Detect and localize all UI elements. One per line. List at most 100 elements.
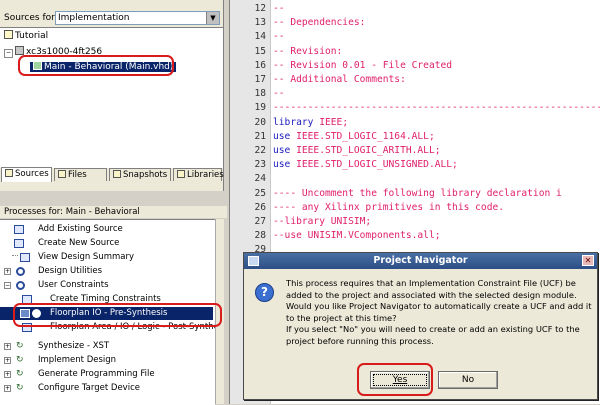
- tree-item-label: Tutorial: [15, 31, 49, 41]
- collapse-icon[interactable]: −: [4, 49, 13, 58]
- collapse-icon[interactable]: −: [4, 282, 11, 289]
- summary-icon: [20, 253, 30, 262]
- process-label: Create New Source: [38, 238, 120, 248]
- dialog-message-paragraph: If you select "No" you will need to crea…: [286, 324, 580, 346]
- code-line: use IEEE.STD_LOGIC_ARITH.ALL;: [273, 144, 441, 158]
- code-text: IEEE;: [313, 116, 349, 128]
- highlight-annotation: [357, 363, 433, 396]
- process-view-design-summary[interactable]: View Design Summary: [0, 251, 213, 264]
- code-line: ---- any Xilinx primitives in this code.: [273, 201, 504, 215]
- code-line: -- Revision 0.01 - File Created: [273, 59, 452, 73]
- process-implement-design[interactable]: + ↻ Implement Design: [0, 354, 213, 367]
- highlight-annotation: [18, 55, 174, 76]
- close-icon[interactable]: ✕: [582, 255, 594, 266]
- code-line: -- Dependencies:: [273, 16, 365, 30]
- process-label: Implement Design: [38, 355, 117, 365]
- sources-for-value: Implementation: [58, 13, 130, 23]
- tab-label: Files: [68, 170, 87, 180]
- tab-snapshots[interactable]: Snapshots: [109, 168, 171, 181]
- code-comment: --: [273, 88, 285, 100]
- sources-pane: Sources for: Implementation ▼ Tutorial −…: [0, 0, 224, 191]
- line-number: 13: [254, 17, 266, 29]
- gear-icon: [16, 281, 25, 290]
- tab-label: Snapshots: [123, 170, 168, 180]
- code-text: IEEE.STD_LOGIC_1164.ALL;: [290, 130, 435, 142]
- line-number: 21: [254, 130, 266, 142]
- code-comment: -- Revision 0.01 - File Created: [273, 59, 453, 71]
- gear-icon: [16, 267, 25, 276]
- code-comment: ---- any Xilinx primitives in this code.: [273, 201, 505, 213]
- tree-item-tutorial[interactable]: Tutorial: [4, 30, 48, 42]
- line-number: 20: [254, 116, 266, 128]
- project-navigator-dialog: Project Navigator ✕ ? This process requi…: [243, 252, 598, 400]
- code-comment: --library UNISIM;: [273, 216, 372, 227]
- code-line: library IEEE;: [273, 116, 348, 130]
- code-comment: ---- Uncomment the following library dec…: [273, 187, 562, 199]
- expand-icon[interactable]: +: [4, 357, 11, 364]
- line-number: 15: [254, 45, 266, 57]
- tab-files[interactable]: Files: [54, 168, 107, 181]
- code-keyword: library: [273, 116, 314, 128]
- tab-libraries[interactable]: Libraries: [173, 168, 224, 181]
- expand-icon[interactable]: +: [4, 385, 11, 392]
- code-line: -- Additional Comments:: [273, 73, 406, 87]
- line-number: 25: [254, 187, 266, 199]
- code-comment: -- Dependencies:: [273, 17, 366, 29]
- expand-icon[interactable]: +: [4, 371, 11, 378]
- code-comment: -- Additional Comments:: [273, 74, 406, 85]
- code-line: use IEEE.STD_LOGIC_1164.ALL;: [273, 130, 435, 144]
- no-button-label: No: [461, 375, 475, 385]
- add-source-icon: [14, 225, 24, 234]
- expand-icon[interactable]: +: [4, 343, 11, 350]
- process-design-utilities[interactable]: + Design Utilities: [0, 265, 213, 278]
- dialog-titlebar[interactable]: Project Navigator ✕: [244, 253, 597, 269]
- code-keyword: use: [273, 145, 291, 156]
- code-line: --library UNISIM;: [273, 215, 371, 229]
- code-comment: --: [273, 3, 285, 14]
- process-configure-target-device[interactable]: + ↻ Configure Target Device: [0, 382, 213, 395]
- process-add-existing-source[interactable]: Add Existing Source: [0, 223, 213, 236]
- process-generate-programming-file[interactable]: + ↻ Generate Programming File: [0, 368, 213, 381]
- run-arrows-icon: ↻: [16, 383, 24, 393]
- code-text: IEEE.STD_LOGIC_UNSIGNED.ALL;: [290, 159, 458, 171]
- process-user-constraints[interactable]: − User Constraints: [0, 279, 213, 292]
- code-keyword: use: [273, 130, 291, 142]
- code-line: --: [273, 2, 285, 16]
- code-comment: -- Revision:: [273, 45, 343, 57]
- process-label: User Constraints: [38, 280, 109, 290]
- line-number: 28: [254, 230, 266, 242]
- chevron-down-icon[interactable]: ▼: [206, 12, 219, 24]
- process-create-new-source[interactable]: Create New Source: [0, 237, 213, 250]
- sources-for-dropdown[interactable]: Implementation ▼: [55, 11, 220, 25]
- code-line: -- Revision:: [273, 45, 342, 59]
- new-source-icon: [14, 239, 24, 248]
- tab-label: Libraries: [187, 170, 224, 180]
- line-number: 14: [254, 31, 266, 43]
- tab-sources[interactable]: Sources: [1, 167, 52, 182]
- process-label: Synthesize - XST: [38, 341, 110, 351]
- line-number: 23: [254, 159, 266, 171]
- highlight-annotation: [13, 303, 222, 327]
- code-line: --use UNISIM.VComponents.all;: [273, 229, 441, 243]
- code-line: use IEEE.STD_LOGIC_UNSIGNED.ALL;: [273, 158, 458, 172]
- chip-icon: [15, 46, 24, 55]
- expand-icon[interactable]: +: [4, 268, 11, 275]
- sources-for-label: Sources for:: [4, 13, 58, 23]
- tree-connector: [12, 255, 18, 256]
- run-arrows-icon: ↻: [16, 341, 24, 351]
- line-number: 22: [254, 145, 266, 156]
- line-number: 18: [254, 88, 266, 100]
- code-comment: --use UNISIM.VComponents.all;: [273, 230, 441, 242]
- line-number: 16: [254, 59, 266, 71]
- question-icon: ?: [255, 283, 274, 302]
- line-number: 19: [254, 102, 266, 114]
- pane-splitter[interactable]: [0, 191, 223, 205]
- dialog-message: This process requires that an Implementa…: [286, 278, 592, 347]
- code-line: --: [273, 30, 285, 44]
- no-button[interactable]: No: [438, 371, 498, 389]
- process-synthesize[interactable]: + ↻ Synthesize - XST: [0, 340, 213, 353]
- sources-tabs: Sources Files Snapshots Libraries: [0, 167, 224, 182]
- line-number: 17: [254, 74, 266, 85]
- sources-tree: Tutorial − xc3s1000-4ft256 Main - Behavio…: [0, 27, 223, 168]
- dialog-message-paragraph: This process requires that an Implementa…: [286, 278, 592, 323]
